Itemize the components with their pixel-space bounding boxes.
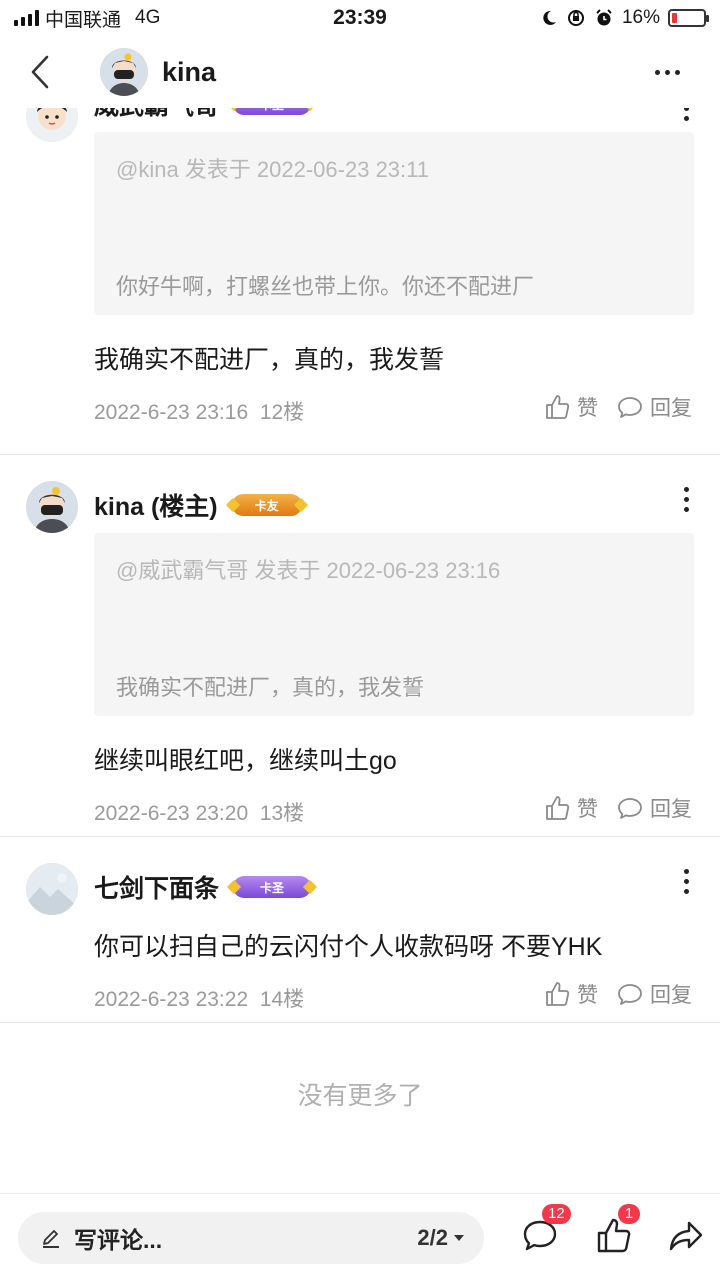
level-badge: 卡友 [231, 494, 302, 516]
comment-item: 威武霸气哥 卡圣 @kina 发表于 2022-06-23 23:11 你好牛啊… [0, 108, 720, 454]
thumbs-up-icon [546, 982, 570, 1006]
level-badge: 卡圣 [233, 108, 312, 115]
comment-more-button[interactable] [680, 108, 692, 121]
like-button[interactable]: 赞 [543, 793, 598, 823]
floor-number: 12楼 [259, 401, 305, 424]
username[interactable]: 七剑下面条 [94, 869, 219, 905]
bottom-bar: 写评论... 2/2 12 1 [0, 1193, 720, 1280]
page-selector[interactable]: 2/2 [417, 1225, 464, 1251]
comment-item: 七剑下面条 卡圣 你可以扫自己的云闪付个人收款码呀 不要YHK 2022-6-2… [0, 837, 720, 1022]
comment-actions: 赞 回复 [543, 793, 692, 823]
username[interactable]: 威武霸气哥 [94, 108, 219, 122]
floor-number: 13楼 [259, 802, 305, 825]
username-row: 七剑下面条 卡圣 [94, 869, 312, 905]
carrier-label: 中国联通 [45, 9, 122, 31]
like-button[interactable]: 赞 [543, 979, 598, 1009]
reply-button[interactable]: 回复 [616, 392, 692, 422]
share-arrow-icon [669, 1221, 703, 1251]
network-label: 4G [135, 7, 161, 28]
username-row: kina (楼主) 卡友 [94, 487, 302, 523]
like-label: 赞 [577, 798, 598, 821]
comment-bubble-icon [618, 798, 642, 819]
reply-label: 回复 [650, 798, 692, 821]
chevron-left-icon [31, 55, 49, 89]
like-post-button[interactable]: 1 [592, 1204, 640, 1258]
caret-down-icon [454, 1235, 464, 1241]
comment-more-button[interactable] [680, 487, 692, 512]
username[interactable]: kina (楼主) [94, 487, 218, 523]
reply-label: 回复 [650, 984, 692, 1007]
like-label: 赞 [577, 984, 598, 1007]
end-of-list-text: 没有更多了 [297, 1082, 423, 1110]
quoted-reply[interactable]: @威武霸气哥 发表于 2022-06-23 23:16 我确实不配进厂，真的，我… [94, 533, 694, 716]
comment-bubble-icon [618, 397, 642, 418]
comment-meta: 2022-6-23 23:22 14楼 [94, 983, 304, 1013]
status-icons: 16% [540, 7, 709, 29]
quote-header: @威武霸气哥 发表于 2022-06-23 23:16 [116, 558, 501, 583]
comment-actions: 赞 回复 [543, 979, 692, 1009]
signal-icon [14, 10, 39, 26]
comment-item: kina (楼主) 卡友 @威武霸气哥 发表于 2022-06-23 23:16… [0, 455, 720, 837]
reply-button[interactable]: 回复 [616, 793, 692, 823]
share-button[interactable] [664, 1214, 708, 1258]
user-avatar[interactable] [26, 863, 78, 915]
moon-icon [543, 10, 556, 25]
comment-time: 2022-6-23 23:22 [94, 988, 249, 1011]
battery-percent: 16% [621, 7, 660, 28]
alarm-icon [596, 9, 612, 26]
thumbs-up-icon [546, 796, 570, 820]
comment-more-button[interactable] [680, 869, 692, 894]
comment-bubble-icon [618, 984, 642, 1005]
reply-button[interactable]: 回复 [616, 979, 692, 1009]
comment-text: 继续叫眼红吧，继续叫土go [94, 747, 397, 775]
back-button[interactable] [0, 36, 80, 108]
like-count-badge: 1 [618, 1204, 640, 1224]
battery-fill [672, 13, 677, 23]
level-badge: 卡圣 [233, 876, 312, 898]
comment-input[interactable]: 写评论... 2/2 [18, 1212, 484, 1264]
status-bar: 中国联通 4G 16% [0, 0, 720, 36]
quote-header: @kina 发表于 2022-06-23 23:11 [116, 157, 429, 182]
comment-feed[interactable]: 威武霸气哥 卡圣 @kina 发表于 2022-06-23 23:11 你好牛啊… [0, 108, 720, 1193]
like-button[interactable]: 赞 [543, 392, 598, 422]
top-nav: kina [0, 36, 720, 108]
comment-meta: 2022-6-23 23:20 13楼 [94, 797, 304, 827]
user-avatar[interactable] [26, 108, 78, 142]
quote-text: 我确实不配进厂，真的，我发誓 [116, 675, 425, 700]
user-avatar[interactable] [26, 481, 78, 533]
comment-time: 2022-6-23 23:16 [94, 401, 249, 424]
like-label: 赞 [577, 397, 598, 420]
quote-text: 你好牛啊，打螺丝也带上你。你还不配进厂 [116, 274, 535, 299]
comment-placeholder: 写评论... [74, 1227, 163, 1253]
comments-button[interactable]: 12 [518, 1204, 571, 1258]
battery-icon [668, 9, 709, 27]
comment-count-badge: 12 [542, 1204, 571, 1224]
comment-text: 你可以扫自己的云闪付个人收款码呀 不要YHK [94, 933, 603, 961]
floor-number: 14楼 [259, 988, 305, 1011]
header-avatar[interactable] [100, 48, 148, 96]
divider [0, 1022, 720, 1023]
thumbs-up-icon [546, 395, 570, 419]
comment-meta: 2022-6-23 23:16 12楼 [94, 396, 304, 426]
reply-label: 回复 [650, 397, 692, 420]
comment-text: 我确实不配进厂，真的，我发誓 [94, 346, 445, 374]
comment-time: 2022-6-23 23:20 [94, 802, 249, 825]
page-indicator: 2/2 [417, 1225, 448, 1250]
more-options-button[interactable] [655, 69, 680, 75]
pencil-icon [43, 1230, 59, 1248]
rotation-lock-icon [567, 10, 584, 26]
username-row: 威武霸气哥 卡圣 [94, 108, 312, 122]
header-title: kina [162, 56, 217, 87]
quoted-reply[interactable]: @kina 发表于 2022-06-23 23:11 你好牛啊，打螺丝也带上你。… [94, 132, 694, 315]
comment-actions: 赞 回复 [543, 392, 692, 422]
